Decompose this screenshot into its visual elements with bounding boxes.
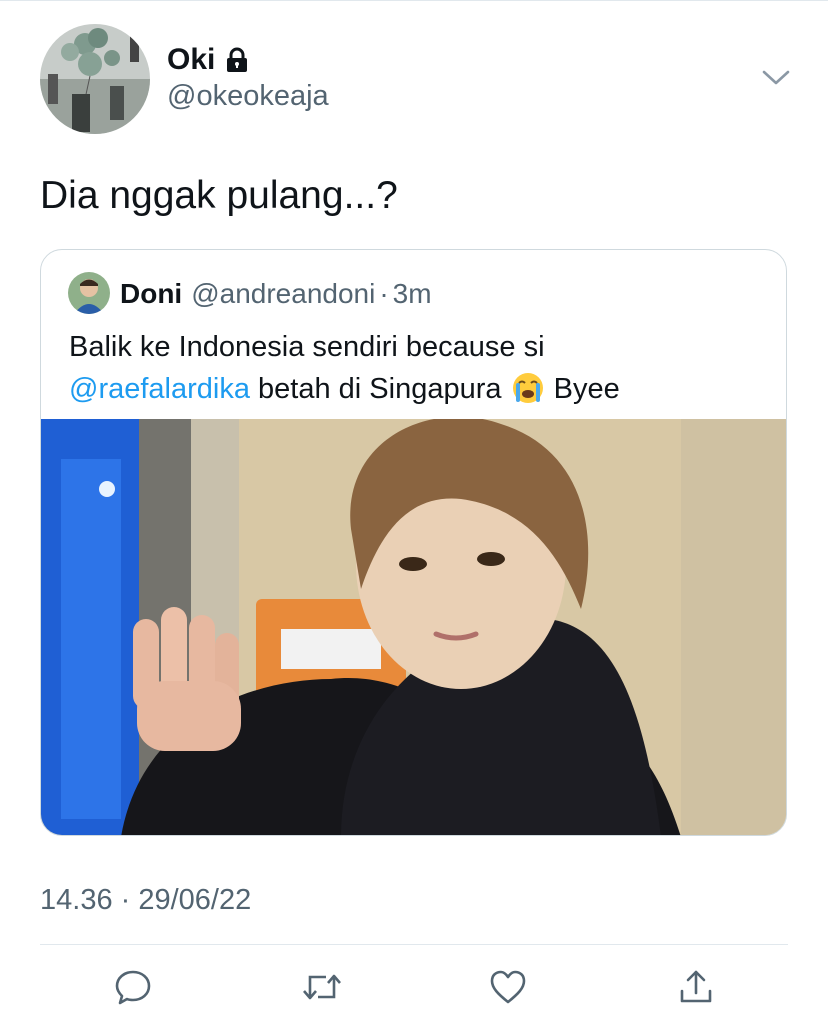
reply-button[interactable]: [111, 967, 155, 1011]
share-icon: [676, 967, 716, 1012]
quote-author-avatar: [68, 272, 110, 314]
loudly-crying-face-icon: [512, 372, 544, 416]
quote-text-line2: @raefalardika betah di Singapura Byee: [69, 368, 769, 416]
author-display-name-row: Oki: [167, 40, 251, 80]
lock-icon: [223, 46, 251, 74]
tweet-text: Dia nggak pulang...?: [40, 174, 398, 217]
author-display-name[interactable]: Oki: [167, 43, 215, 77]
quote-separator: ·: [379, 278, 389, 309]
author-handle[interactable]: @okeokeaja: [167, 80, 329, 113]
author-avatar[interactable]: [40, 24, 150, 134]
retweet-icon: [300, 967, 344, 1012]
quote-author-handle: @andreandoni: [191, 278, 376, 309]
like-button[interactable]: [486, 967, 530, 1011]
share-button[interactable]: [674, 967, 718, 1011]
quote-author-name: Doni: [120, 278, 183, 309]
quote-header: Doni @andreandoni · 3m: [120, 274, 432, 314]
chevron-down-icon[interactable]: [760, 66, 792, 90]
quote-text-after-mention: betah di Singapura: [258, 373, 502, 405]
top-border: [0, 0, 828, 1]
quote-time: 3m: [392, 278, 432, 309]
quote-text-end: Byee: [553, 373, 620, 405]
quote-text: Balik ke Indonesia sendiri because si @r…: [69, 326, 769, 416]
quote-media-photo[interactable]: [41, 419, 786, 835]
mention-link[interactable]: @raefalardika: [69, 373, 250, 405]
tweet-timestamp[interactable]: 14.36 · 29/06/22: [40, 884, 251, 917]
quoted-tweet-card[interactable]: Doni @andreandoni · 3m Balik ke Indonesi…: [40, 249, 787, 836]
retweet-button[interactable]: [300, 967, 344, 1011]
quote-text-line1: Balik ke Indonesia sendiri because si: [69, 331, 545, 363]
actions-divider: [40, 944, 788, 945]
reply-icon: [113, 967, 153, 1012]
heart-icon: [488, 967, 528, 1012]
